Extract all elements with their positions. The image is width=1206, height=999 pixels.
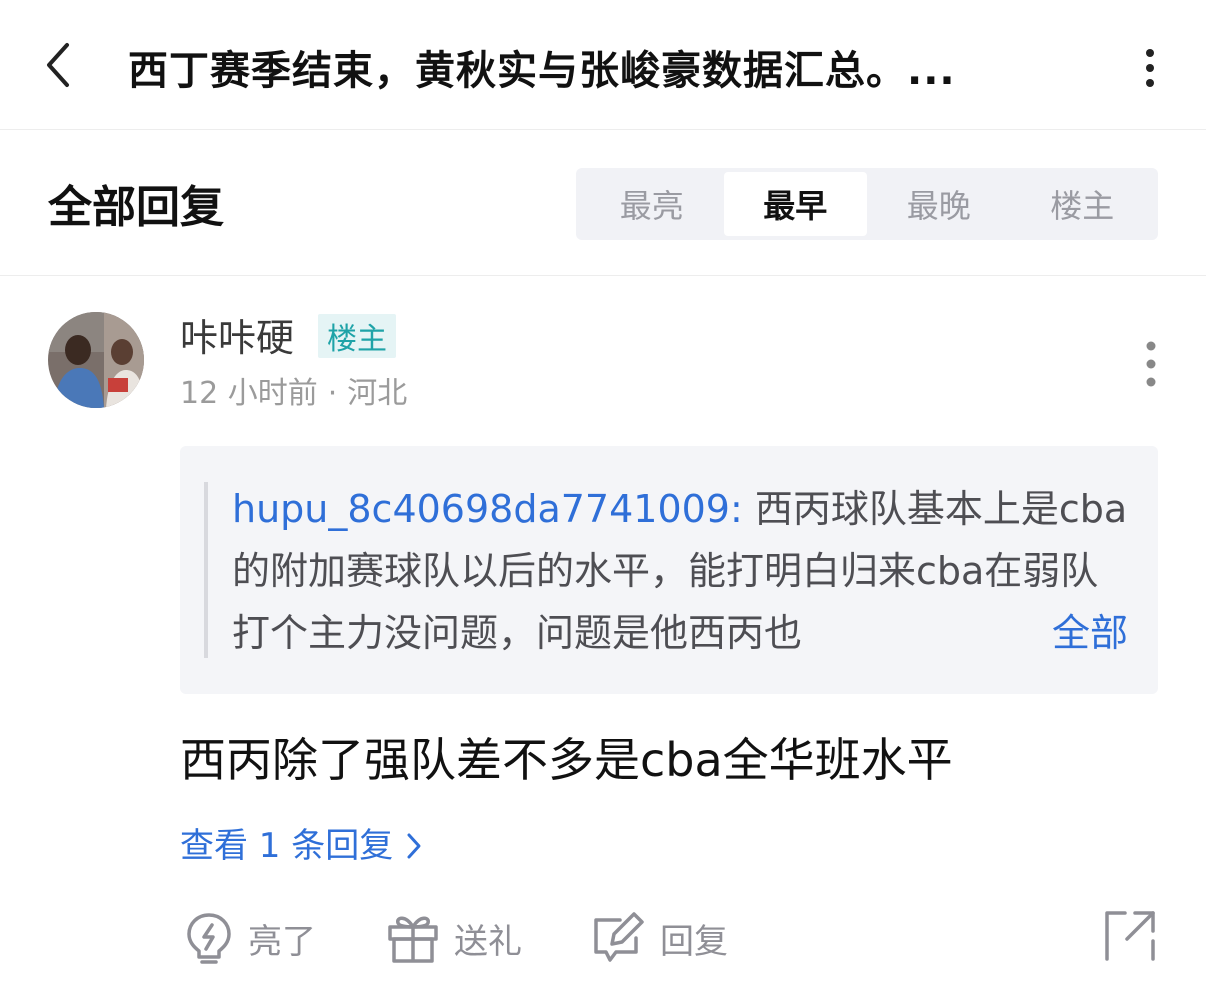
replies-title: 全部回复 xyxy=(48,182,224,233)
more-options-button[interactable] xyxy=(1128,40,1172,96)
meta-separator: · xyxy=(327,376,338,411)
share-icon xyxy=(1105,911,1155,961)
comment-location: 河北 xyxy=(347,376,408,411)
share-button[interactable] xyxy=(1100,906,1160,966)
reply-label: 回复 xyxy=(660,921,728,962)
vertical-dots-icon xyxy=(1146,341,1156,387)
quoted-reply[interactable]: hupu_8c40698da7741009: 西丙球队基本上是cba的附加赛球队… xyxy=(180,446,1158,694)
comment-body: 西丙除了强队差不多是cba全华班水平 xyxy=(180,733,953,787)
quoted-username[interactable]: hupu_8c40698da7741009: xyxy=(232,487,743,531)
tab-latest[interactable]: 最晚 xyxy=(867,172,1011,236)
page-title: 西丁赛季结束，黄秋实与张峻豪数据汇总。... xyxy=(128,48,956,94)
avatar[interactable] xyxy=(48,312,144,408)
chevron-right-icon xyxy=(407,833,421,859)
reply-button[interactable]: 回复 xyxy=(590,900,728,976)
back-button[interactable] xyxy=(28,30,88,100)
gift-label: 送礼 xyxy=(454,921,522,962)
like-button[interactable]: 亮了 xyxy=(184,900,316,976)
username[interactable]: 咔咔硬 xyxy=(180,314,294,362)
view-replies-label: 查看 1 条回复 xyxy=(180,826,394,866)
quote-bar xyxy=(204,482,208,658)
like-label: 亮了 xyxy=(248,921,316,962)
gift-button[interactable]: 送礼 xyxy=(386,900,522,976)
tab-earliest[interactable]: 最早 xyxy=(723,172,867,236)
op-badge: 楼主 xyxy=(318,314,396,358)
replies-header: 全部回复 最亮 最早 最晚 楼主 xyxy=(0,130,1206,276)
tab-op-only[interactable]: 楼主 xyxy=(1011,172,1155,236)
gift-icon xyxy=(388,916,438,963)
expand-quote-link[interactable]: 全部 xyxy=(1008,602,1129,664)
lightbulb-icon xyxy=(187,913,231,964)
quote-text: hupu_8c40698da7741009: 西丙球队基本上是cba的附加赛球队… xyxy=(232,478,1132,664)
sort-tabs: 最亮 最早 最晚 楼主 xyxy=(576,168,1158,240)
vertical-dots-icon xyxy=(1146,49,1154,87)
view-replies-link[interactable]: 查看 1 条回复 xyxy=(180,822,423,870)
tab-brightest[interactable]: 最亮 xyxy=(580,172,724,236)
edit-reply-icon xyxy=(594,912,644,962)
top-bar: 西丁赛季结束，黄秋实与张峻豪数据汇总。... xyxy=(0,0,1206,130)
chevron-left-icon xyxy=(47,43,69,87)
comment-time: 12 小时前 xyxy=(180,376,318,411)
comment-actions: 亮了 送礼 回复 xyxy=(180,900,1180,976)
comment-meta: 12 小时前 · 河北 xyxy=(180,374,407,414)
comment-more-button[interactable] xyxy=(1130,334,1172,394)
